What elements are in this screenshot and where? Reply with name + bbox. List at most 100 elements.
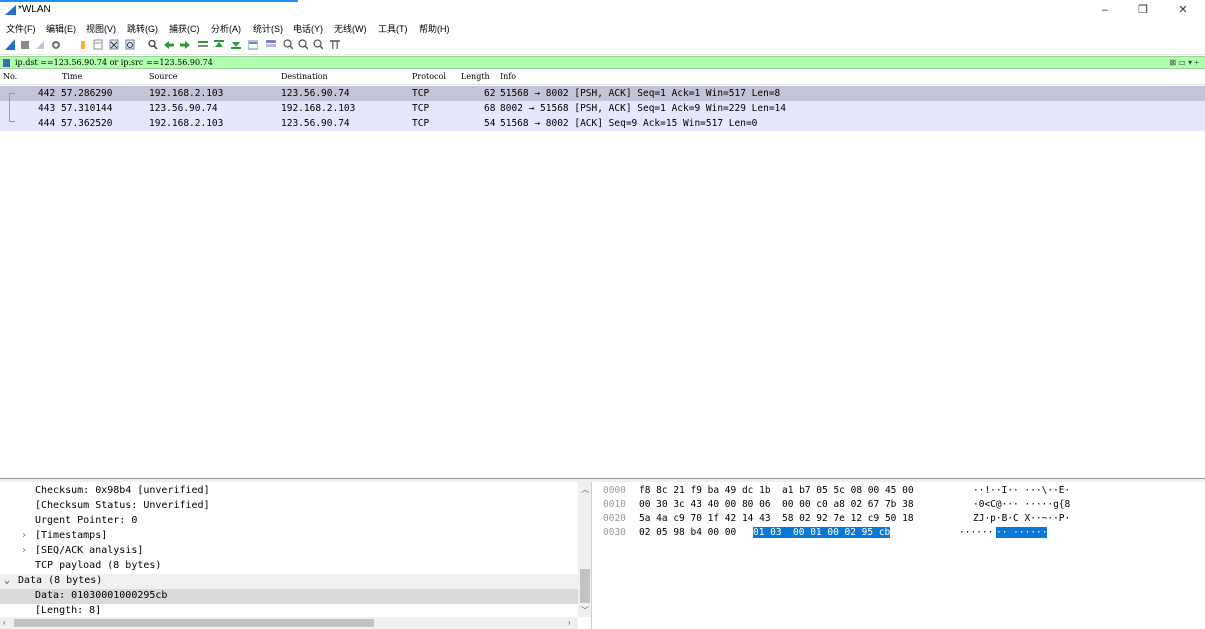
column-destination[interactable]: Destination xyxy=(281,72,328,81)
detail-text: Urgent Pointer: 0 xyxy=(35,515,138,526)
menu-view[interactable]: 视图(V) xyxy=(86,22,116,35)
close-file-icon[interactable] xyxy=(109,39,119,50)
start-capture-icon[interactable] xyxy=(5,39,15,50)
menu-help[interactable]: 帮助(H) xyxy=(419,22,450,35)
packet-row[interactable]: 444 57.362520 192.168.2.103 123.56.90.74… xyxy=(0,116,1205,131)
packet-time: 57.310144 xyxy=(61,103,113,114)
zoom-out-icon[interactable] xyxy=(298,39,308,50)
capture-options-icon[interactable] xyxy=(51,39,61,50)
hex-bytes[interactable]: 00 30 3c 43 40 00 80 06 00 00 c0 a8 02 6… xyxy=(639,499,914,510)
zoom-in-icon[interactable] xyxy=(283,39,293,50)
hex-row: 0020 5a 4a c9 70 1f 42 14 43 58 02 92 7e… xyxy=(593,513,1070,526)
packet-row[interactable]: 442 57.286290 192.168.2.103 123.56.90.74… xyxy=(0,86,1205,101)
resize-columns-icon[interactable] xyxy=(330,39,340,50)
menu-tools[interactable]: 工具(T) xyxy=(378,22,408,35)
packet-list[interactable]: 442 57.286290 192.168.2.103 123.56.90.74… xyxy=(0,85,1205,478)
find-packet-icon[interactable] xyxy=(148,39,158,50)
go-forward-icon[interactable] xyxy=(180,39,190,50)
detail-line[interactable]: › [Timestamps] xyxy=(0,529,578,544)
hex-row: 0010 00 30 3c 43 40 00 80 06 00 00 c0 a8… xyxy=(593,499,1070,512)
normal-size-icon[interactable] xyxy=(313,39,323,50)
detail-line[interactable]: Checksum: 0x98b4 [unverified] xyxy=(0,484,578,499)
colorize-icon[interactable] xyxy=(266,39,276,50)
scroll-right-icon[interactable]: › xyxy=(568,618,571,627)
details-vertical-scroll-thumb[interactable] xyxy=(580,569,590,603)
last-packet-icon[interactable] xyxy=(231,39,241,50)
detail-text: TCP payload (8 bytes) xyxy=(35,560,162,571)
column-no[interactable]: No. xyxy=(3,72,17,81)
menu-analyze[interactable]: 分析(A) xyxy=(211,22,241,35)
close-button[interactable]: ✕ xyxy=(1176,3,1190,17)
detail-line[interactable]: Urgent Pointer: 0 xyxy=(0,514,578,529)
expand-arrow-icon[interactable]: › xyxy=(21,545,27,556)
hex-ascii-highlighted[interactable]: ·· ······ xyxy=(996,527,1048,538)
detail-line[interactable]: ⌄ Data (8 bytes) xyxy=(0,574,578,589)
packet-length: 62 xyxy=(484,88,496,99)
hex-ascii[interactable]: ··!··I·· ···\··E· xyxy=(973,485,1070,496)
detail-text: [Timestamps] xyxy=(35,530,108,541)
packet-destination: 192.168.2.103 xyxy=(281,103,356,114)
packet-source: 192.168.2.103 xyxy=(149,88,224,99)
hex-bytes[interactable]: 5a 4a c9 70 1f 42 14 43 58 02 92 7e 12 c… xyxy=(639,513,914,524)
save-file-icon[interactable] xyxy=(93,39,103,50)
filter-bookmark-icon[interactable] xyxy=(3,59,10,67)
display-filter-bar[interactable]: ip.dst ==123.56.90.74 or ip.src ==123.56… xyxy=(0,56,1205,69)
detail-line[interactable]: TCP payload (8 bytes) xyxy=(0,559,578,574)
packet-no: 442 xyxy=(38,88,56,99)
packet-source: 192.168.2.103 xyxy=(149,118,224,129)
hex-ascii[interactable]: ·0<C@··· ·····g{8 xyxy=(973,499,1070,510)
detail-line[interactable]: › [SEQ/ACK analysis] xyxy=(0,544,578,559)
minimize-button[interactable]: – xyxy=(1098,3,1112,17)
collapse-arrow-icon[interactable]: ⌄ xyxy=(4,575,10,586)
hex-ascii[interactable]: ······ xyxy=(959,527,993,538)
stop-capture-icon[interactable] xyxy=(20,39,30,50)
menu-capture[interactable]: 捕获(C) xyxy=(169,22,200,35)
menu-bar: 文件(F) 编辑(E) 视图(V) 跳转(G) 捕获(C) 分析(A) 统计(S… xyxy=(0,20,1205,35)
packet-info: 51568 → 8002 [ACK] Seq=9 Ack=15 Win=517 … xyxy=(500,118,758,129)
packet-details-pane[interactable]: Checksum: 0x98b4 [unverified] [Checksum … xyxy=(0,482,592,629)
maximize-button[interactable]: ❐ xyxy=(1136,3,1150,17)
details-horizontal-scroll-thumb[interactable] xyxy=(14,619,374,627)
hex-bytes-highlighted[interactable]: 01 03 00 01 00 02 95 cb xyxy=(753,527,891,538)
detail-line-selected[interactable]: Data: 01030001000295cb xyxy=(0,589,578,604)
conversation-bracket-top xyxy=(9,93,15,94)
menu-edit[interactable]: 编辑(E) xyxy=(46,22,76,35)
hex-bytes[interactable]: 02 05 98 b4 00 00 xyxy=(639,527,742,538)
menu-go[interactable]: 跳转(G) xyxy=(127,22,158,35)
first-packet-icon[interactable] xyxy=(214,39,224,50)
column-length[interactable]: Length xyxy=(461,72,490,81)
display-filter-input[interactable]: ip.dst ==123.56.90.74 or ip.src ==123.56… xyxy=(15,58,213,67)
expand-arrow-icon[interactable]: › xyxy=(21,530,27,541)
menu-wireless[interactable]: 无线(W) xyxy=(334,22,367,35)
hex-bytes[interactable]: f8 8c 21 f9 ba 49 dc 1b a1 b7 05 5c 08 0… xyxy=(639,485,914,496)
reload-file-icon[interactable] xyxy=(125,39,135,50)
menu-statistics[interactable]: 统计(S) xyxy=(253,22,283,35)
filter-controls[interactable]: ⊠ ▭ ▾ + xyxy=(1169,58,1199,67)
auto-scroll-icon[interactable] xyxy=(248,39,258,50)
scroll-down-icon[interactable]: ﹀ xyxy=(581,605,589,616)
column-source[interactable]: Source xyxy=(149,72,178,81)
conversation-bracket xyxy=(9,93,15,121)
scroll-left-icon[interactable]: ‹ xyxy=(3,618,6,627)
detail-line[interactable]: [Checksum Status: Unverified] xyxy=(0,499,578,514)
detail-text: [Length: 8] xyxy=(35,605,102,616)
column-protocol[interactable]: Protocol xyxy=(412,72,446,81)
packet-protocol: TCP xyxy=(412,118,430,129)
column-time[interactable]: Time xyxy=(62,72,82,81)
go-to-packet-icon[interactable] xyxy=(198,39,208,50)
menu-telephony[interactable]: 电话(Y) xyxy=(293,22,323,35)
column-info[interactable]: Info xyxy=(500,72,516,81)
scroll-up-icon[interactable]: ︿ xyxy=(581,484,589,495)
open-file-icon[interactable] xyxy=(78,39,88,50)
packet-bytes-pane[interactable]: 0000 f8 8c 21 f9 ba 49 dc 1b a1 b7 05 5c… xyxy=(593,482,1205,629)
restart-capture-icon[interactable] xyxy=(35,39,45,50)
go-back-icon[interactable] xyxy=(164,39,174,50)
hex-ascii[interactable]: ZJ·p·B·C X··~··P· xyxy=(973,513,1070,524)
packet-no: 443 xyxy=(38,103,56,114)
menu-file[interactable]: 文件(F) xyxy=(6,22,36,35)
packet-protocol: TCP xyxy=(412,103,430,114)
main-toolbar xyxy=(0,35,1205,55)
conversation-bracket-bottom xyxy=(9,121,15,122)
packet-row[interactable]: 443 57.310144 123.56.90.74 192.168.2.103… xyxy=(0,101,1205,116)
packet-length: 68 xyxy=(484,103,496,114)
